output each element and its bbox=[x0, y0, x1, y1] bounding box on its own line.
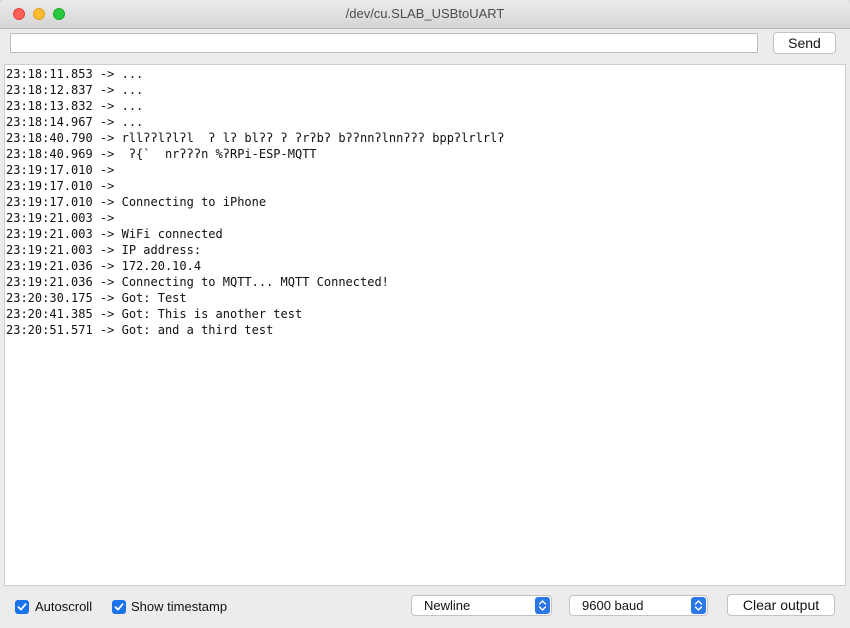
log-line: 23:19:21.036 -> 172.20.10.4 bbox=[6, 259, 202, 273]
log-line: 23:18:13.832 -> ... bbox=[6, 99, 144, 113]
log-line: 23:19:21.036 -> Connecting to MQTT... MQ… bbox=[6, 275, 389, 289]
checkmark-icon bbox=[114, 603, 124, 611]
updown-chevron-icon bbox=[535, 597, 550, 614]
log-line: 23:19:21.003 -> WiFi connected bbox=[6, 227, 223, 241]
log-line: 23:18:14.967 -> ... bbox=[6, 115, 144, 129]
log-line: 23:18:40.969 -> ʔ{` nrʔʔʔn %ʔRPi-ESP-MQT… bbox=[6, 147, 317, 161]
window-title: /dev/cu.SLAB_USBtoUART bbox=[345, 6, 505, 21]
serial-input[interactable] bbox=[10, 33, 758, 53]
log-list: 23:18:11.853 -> ... 23:18:12.837 -> ... 23… bbox=[5, 65, 845, 338]
log-line: 23:18:11.853 -> ... bbox=[6, 67, 144, 81]
show-timestamp-label[interactable]: Show timestamp bbox=[131, 599, 227, 614]
baud-rate-select[interactable]: 9600 baud bbox=[569, 595, 708, 616]
title-bar[interactable]: /dev/cu.SLAB_USBtoUART bbox=[0, 0, 850, 29]
show-timestamp-checkbox[interactable] bbox=[112, 600, 126, 614]
log-line: 23:19:21.003 -> bbox=[6, 211, 115, 225]
log-line: 23:18:40.790 -> rllʔʔlʔlʔl ʔ lʔ blʔʔ ʔ ʔ… bbox=[6, 131, 505, 145]
log-line: 23:20:30.175 -> Got: Test bbox=[6, 291, 187, 305]
autoscroll-checkbox[interactable] bbox=[15, 600, 29, 614]
serial-monitor-window: /dev/cu.SLAB_USBtoUART Send 23:18:11.853… bbox=[0, 0, 850, 628]
log-line: 23:18:12.837 -> ... bbox=[6, 83, 144, 97]
footer-bar: Autoscroll Show timestamp Newline 9600 b… bbox=[0, 587, 850, 628]
send-row: Send bbox=[0, 29, 850, 64]
checkmark-icon bbox=[17, 603, 27, 611]
serial-output[interactable]: 23:18:11.853 -> ... 23:18:12.837 -> ... 23… bbox=[4, 64, 846, 586]
send-button[interactable]: Send bbox=[773, 32, 836, 54]
line-ending-select[interactable]: Newline bbox=[411, 595, 552, 616]
log-line: 23:20:41.385 -> Got: This is another tes… bbox=[6, 307, 303, 321]
clear-output-button[interactable]: Clear output bbox=[727, 594, 835, 616]
log-line: 23:19:17.010 -> bbox=[6, 163, 115, 177]
autoscroll-label[interactable]: Autoscroll bbox=[35, 599, 92, 614]
log-line: 23:19:17.010 -> Connecting to iPhone bbox=[6, 195, 267, 209]
log-line: 23:19:17.010 -> bbox=[6, 179, 115, 193]
log-line: 23:20:51.571 -> Got: and a third test bbox=[6, 323, 274, 337]
line-ending-value: Newline bbox=[424, 598, 471, 613]
baud-rate-value: 9600 baud bbox=[582, 598, 644, 613]
log-line: 23:19:21.003 -> IP address: bbox=[6, 243, 202, 257]
updown-chevron-icon bbox=[691, 597, 706, 614]
